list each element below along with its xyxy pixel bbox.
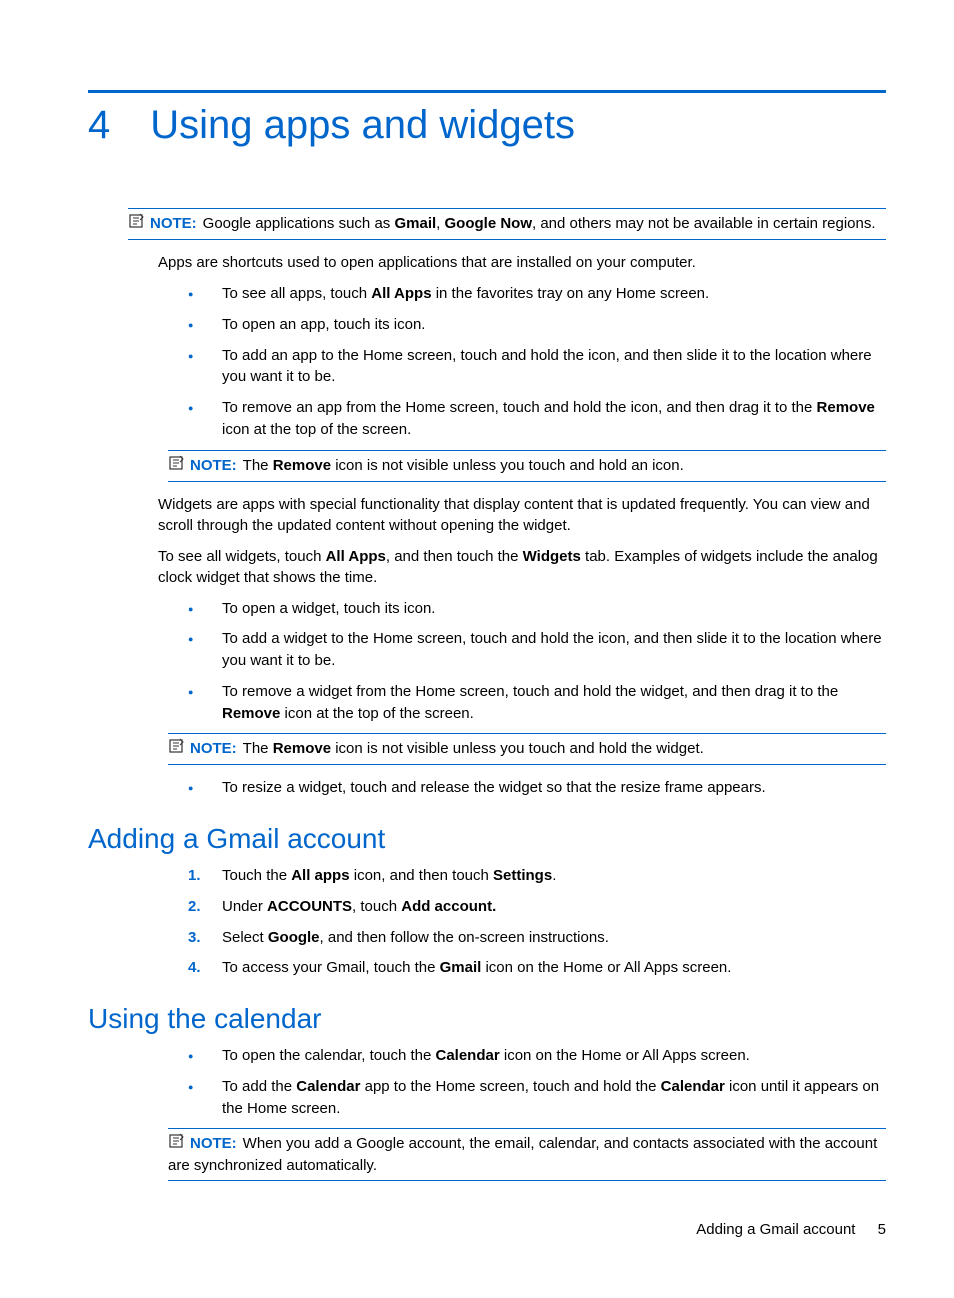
section-heading-gmail: Adding a Gmail account — [88, 823, 886, 855]
note-icon — [128, 213, 146, 235]
bullet-list: To resize a widget, touch and release th… — [188, 777, 886, 799]
note-block-top: NOTE: Google applications such as Gmail, … — [128, 208, 886, 240]
paragraph: Apps are shortcuts used to open applicat… — [158, 252, 886, 273]
note-block: NOTE: The Remove icon is not visible unle… — [168, 450, 886, 482]
list-item: Touch the All apps icon, and then touch … — [188, 865, 886, 887]
note-icon — [168, 455, 186, 477]
list-item: To open a widget, touch its icon. — [188, 598, 886, 620]
bullet-list: To open a widget, touch its icon. To add… — [188, 598, 886, 725]
note-icon — [168, 1133, 186, 1155]
footer-text: Adding a Gmail account — [696, 1221, 855, 1238]
note-label: NOTE: — [190, 1135, 237, 1152]
list-item: To add the Calendar app to the Home scre… — [188, 1076, 886, 1120]
list-item: Select Google, and then follow the on-sc… — [188, 927, 886, 949]
chapter-heading: 4 Using apps and widgets — [88, 103, 886, 148]
note-label: NOTE: — [190, 457, 237, 474]
note-label: NOTE: — [150, 215, 197, 232]
list-item: To remove an app from the Home screen, t… — [188, 397, 886, 441]
page-number: 5 — [878, 1221, 886, 1238]
paragraph: To see all widgets, touch All Apps, and … — [158, 546, 886, 588]
list-item: To add a widget to the Home screen, touc… — [188, 628, 886, 672]
bullet-list: To see all apps, touch All Apps in the f… — [188, 283, 886, 441]
list-item: To open an app, touch its icon. — [188, 314, 886, 336]
bullet-list: To open the calendar, touch the Calendar… — [188, 1045, 886, 1119]
note-text: The Remove icon is not visible unless yo… — [243, 457, 684, 474]
list-item: To add an app to the Home screen, touch … — [188, 345, 886, 389]
note-text: The Remove icon is not visible unless yo… — [243, 740, 704, 757]
note-block: NOTE: The Remove icon is not visible unle… — [168, 733, 886, 765]
numbered-list: Touch the All apps icon, and then touch … — [188, 865, 886, 979]
list-item: To resize a widget, touch and release th… — [188, 777, 886, 799]
paragraph: Widgets are apps with special functional… — [158, 494, 886, 536]
list-item: To access your Gmail, touch the Gmail ic… — [188, 957, 886, 979]
note-text: When you add a Google account, the email… — [168, 1135, 877, 1174]
note-label: NOTE: — [190, 740, 237, 757]
note-icon — [168, 738, 186, 760]
section-heading-calendar: Using the calendar — [88, 1003, 886, 1035]
top-rule — [88, 90, 886, 93]
chapter-title-text: Using apps and widgets — [150, 103, 575, 148]
list-item: To see all apps, touch All Apps in the f… — [188, 283, 886, 305]
list-item: Under ACCOUNTS, touch Add account. — [188, 896, 886, 918]
list-item: To remove a widget from the Home screen,… — [188, 681, 886, 725]
list-item: To open the calendar, touch the Calendar… — [188, 1045, 886, 1067]
note-block: NOTE:When you add a Google account, the … — [168, 1128, 886, 1181]
chapter-number: 4 — [88, 103, 110, 148]
note-text: Google applications such as Gmail, Googl… — [203, 215, 876, 232]
page-footer: Adding a Gmail account 5 — [88, 1221, 886, 1238]
